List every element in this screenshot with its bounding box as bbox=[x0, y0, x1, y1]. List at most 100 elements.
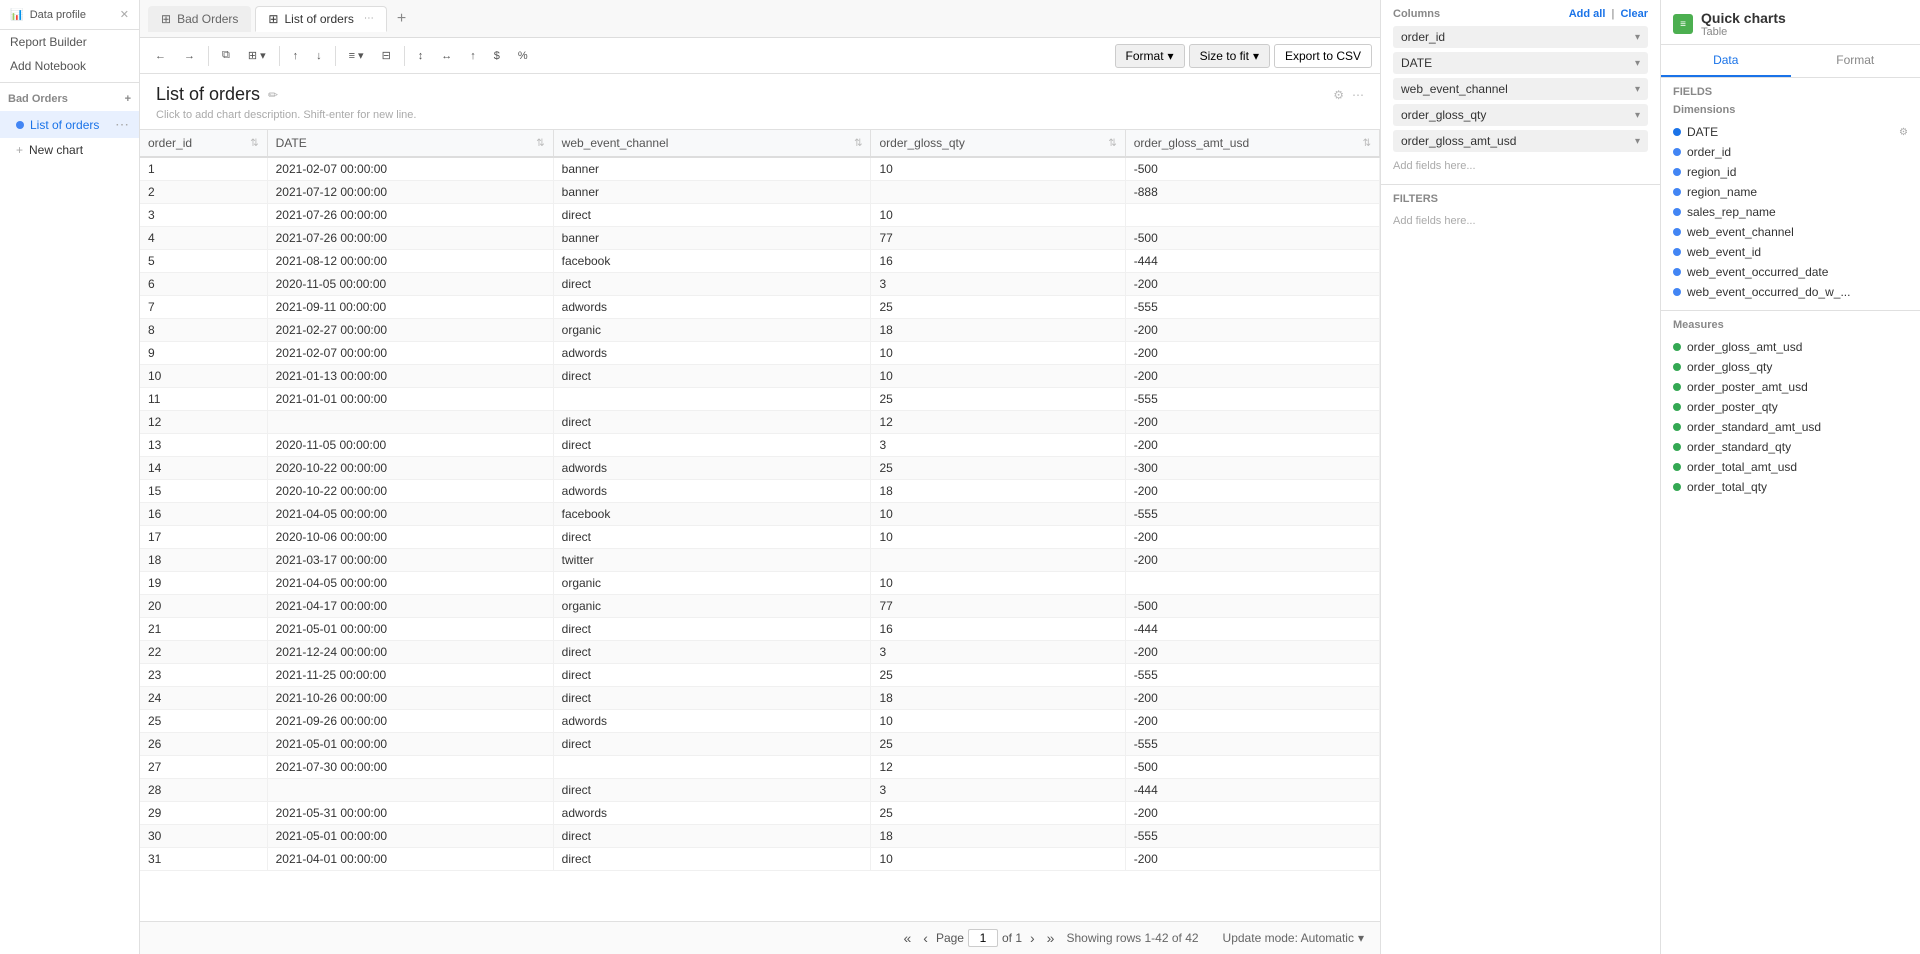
qc-tab-format[interactable]: Format bbox=[1791, 45, 1920, 77]
measure-standard-qty[interactable]: order_standard_qty bbox=[1673, 437, 1908, 457]
edit-title-icon[interactable]: ✏ bbox=[268, 88, 278, 102]
tab-list-orders[interactable]: ⊞ List of orders ⋯ bbox=[255, 6, 386, 32]
sort-order-id[interactable]: ⇅ bbox=[250, 138, 258, 149]
percent-icon: % bbox=[518, 50, 528, 62]
th-order-id[interactable]: order_id ⇅ bbox=[140, 130, 267, 157]
chip-date[interactable]: DATE ▾ bbox=[1393, 52, 1648, 74]
cell-web_event_channel bbox=[553, 388, 871, 411]
dollar-button[interactable]: $ bbox=[487, 46, 507, 66]
list-of-orders-item[interactable]: List of orders ⋯ bbox=[0, 111, 139, 138]
measure-total-amt[interactable]: order_total_amt_usd bbox=[1673, 457, 1908, 477]
pivot-icon: ↕ bbox=[418, 50, 424, 62]
add-notebook-link[interactable]: Add Notebook bbox=[0, 54, 139, 78]
dim-date-settings[interactable]: ⚙ bbox=[1899, 127, 1908, 138]
measure-gloss-amt[interactable]: order_gloss_amt_usd bbox=[1673, 337, 1908, 357]
add-columns-field[interactable]: Add fields here... bbox=[1393, 156, 1648, 176]
dim-region-id-label: region_id bbox=[1687, 165, 1736, 179]
add-section-icon[interactable]: + bbox=[125, 93, 131, 105]
cell-order_gloss_amt_usd: -200 bbox=[1125, 848, 1379, 871]
measure-standard-amt[interactable]: order_standard_amt_usd bbox=[1673, 417, 1908, 437]
page-input[interactable] bbox=[968, 929, 998, 947]
sort-asc-button[interactable]: ↑ bbox=[286, 46, 306, 66]
sort-desc-button[interactable]: ↓ bbox=[309, 46, 329, 66]
dim-region-name[interactable]: region_name bbox=[1673, 182, 1908, 202]
report-builder-link[interactable]: Report Builder bbox=[0, 30, 139, 54]
dim-region-id[interactable]: region_id bbox=[1673, 162, 1908, 182]
copy-button[interactable]: ⧉ bbox=[215, 45, 237, 66]
clear-link[interactable]: Clear bbox=[1620, 8, 1648, 20]
sort-date[interactable]: ⇅ bbox=[536, 138, 544, 149]
pivot-button[interactable]: ↕ bbox=[411, 46, 431, 66]
sort-amt[interactable]: ⇅ bbox=[1363, 138, 1371, 149]
chip-qty[interactable]: order_gloss_qty ▾ bbox=[1393, 104, 1648, 126]
dim-order-id[interactable]: order_id bbox=[1673, 142, 1908, 162]
next-page-button[interactable]: › bbox=[1026, 928, 1039, 948]
cell-DATE: 2021-02-27 00:00:00 bbox=[267, 319, 553, 342]
more-options-icon[interactable]: ⋯ bbox=[1352, 88, 1364, 102]
chip-amt[interactable]: order_gloss_amt_usd ▾ bbox=[1393, 130, 1648, 152]
table-row: 182021-03-17 00:00:00twitter-200 bbox=[140, 549, 1380, 572]
forward-button[interactable]: → bbox=[177, 46, 202, 66]
add-tab-button[interactable]: + bbox=[391, 6, 412, 32]
table-footer: « ‹ Page of 1 › » Showing rows 1-42 of 4… bbox=[140, 921, 1380, 954]
tab-list-orders-icon: ⊞ bbox=[268, 12, 278, 26]
measure-standard-amt-label: order_standard_amt_usd bbox=[1687, 420, 1821, 434]
data-table-wrapper[interactable]: order_id ⇅ DATE ⇅ web_ev bbox=[140, 129, 1380, 921]
settings-icon[interactable]: ⚙ bbox=[1333, 88, 1344, 102]
sidebar-close-icon[interactable]: ✕ bbox=[120, 8, 129, 21]
th-channel[interactable]: web_event_channel ⇅ bbox=[553, 130, 871, 157]
qc-tab-data[interactable]: Data bbox=[1661, 45, 1791, 77]
chip-order-id[interactable]: order_id ▾ bbox=[1393, 26, 1648, 48]
view-button[interactable]: ⊞ ▾ bbox=[241, 45, 273, 66]
size-to-fit-button[interactable]: Size to fit ▾ bbox=[1189, 44, 1270, 68]
dim-date[interactable]: DATE ⚙ bbox=[1673, 122, 1908, 142]
add-all-link[interactable]: Add all bbox=[1569, 8, 1606, 20]
update-mode-label: Update mode: Automatic bbox=[1223, 931, 1354, 945]
dim-web-channel[interactable]: web_event_channel bbox=[1673, 222, 1908, 242]
measure-poster-amt[interactable]: order_poster_amt_usd bbox=[1673, 377, 1908, 397]
tab-bad-orders[interactable]: ⊞ Bad Orders bbox=[148, 6, 251, 32]
list-orders-more[interactable]: ⋯ bbox=[115, 116, 129, 133]
cell-web_event_channel: adwords bbox=[553, 457, 871, 480]
measure-total-qty[interactable]: order_total_qty bbox=[1673, 477, 1908, 497]
prev-page-button[interactable]: ‹ bbox=[919, 928, 932, 948]
filter-button[interactable]: ≡ ▾ bbox=[342, 45, 371, 66]
dim-occurred-dow[interactable]: web_event_occurred_do_w_... bbox=[1673, 282, 1908, 302]
cell-order_gloss_qty: 25 bbox=[871, 388, 1125, 411]
cell-web_event_channel: direct bbox=[553, 273, 871, 296]
dim-occurred-date[interactable]: web_event_occurred_date bbox=[1673, 262, 1908, 282]
pivot-btn2[interactable]: ↔ bbox=[434, 46, 459, 66]
measure-gloss-qty[interactable]: order_gloss_qty bbox=[1673, 357, 1908, 377]
last-page-button[interactable]: » bbox=[1043, 928, 1059, 948]
chip-channel[interactable]: web_event_channel ▾ bbox=[1393, 78, 1648, 100]
cell-order_gloss_qty: 3 bbox=[871, 641, 1125, 664]
measure-standard-amt-dot bbox=[1673, 423, 1681, 431]
measure-poster-qty[interactable]: order_poster_qty bbox=[1673, 397, 1908, 417]
format-button[interactable]: Format ▾ bbox=[1115, 44, 1185, 68]
tab-list-orders-close[interactable]: ⋯ bbox=[364, 13, 374, 24]
sort-channel[interactable]: ⇅ bbox=[854, 138, 862, 149]
cell-order_id: 29 bbox=[140, 802, 267, 825]
new-chart-item[interactable]: + New chart bbox=[0, 138, 139, 162]
format-chevron: ▾ bbox=[1168, 49, 1174, 63]
sort-qty[interactable]: ⇅ bbox=[1108, 138, 1116, 149]
column-button[interactable]: ⊟ bbox=[375, 45, 398, 66]
export-csv-button[interactable]: Export to CSV bbox=[1274, 44, 1372, 68]
th-date[interactable]: DATE ⇅ bbox=[267, 130, 553, 157]
table-row: 202021-04-17 00:00:00organic77-500 bbox=[140, 595, 1380, 618]
back-button[interactable]: ← bbox=[148, 46, 173, 66]
cell-order_gloss_amt_usd: -200 bbox=[1125, 480, 1379, 503]
dim-web-event-id[interactable]: web_event_id bbox=[1673, 242, 1908, 262]
percent-button[interactable]: % bbox=[511, 46, 535, 66]
add-filters-field[interactable]: Add fields here... bbox=[1393, 211, 1648, 231]
th-qty[interactable]: order_gloss_qty ⇅ bbox=[871, 130, 1125, 157]
of-label: of 1 bbox=[1002, 931, 1022, 945]
main-area: ⊞ Bad Orders ⊞ List of orders ⋯ + ← → ⧉ … bbox=[140, 0, 1380, 954]
calc-button[interactable]: ↑ bbox=[463, 46, 483, 66]
first-page-button[interactable]: « bbox=[899, 928, 915, 948]
cell-web_event_channel: adwords bbox=[553, 342, 871, 365]
th-amt[interactable]: order_gloss_amt_usd ⇅ bbox=[1125, 130, 1379, 157]
dim-sales-rep[interactable]: sales_rep_name bbox=[1673, 202, 1908, 222]
cell-order_gloss_qty bbox=[871, 181, 1125, 204]
cell-order_id: 27 bbox=[140, 756, 267, 779]
